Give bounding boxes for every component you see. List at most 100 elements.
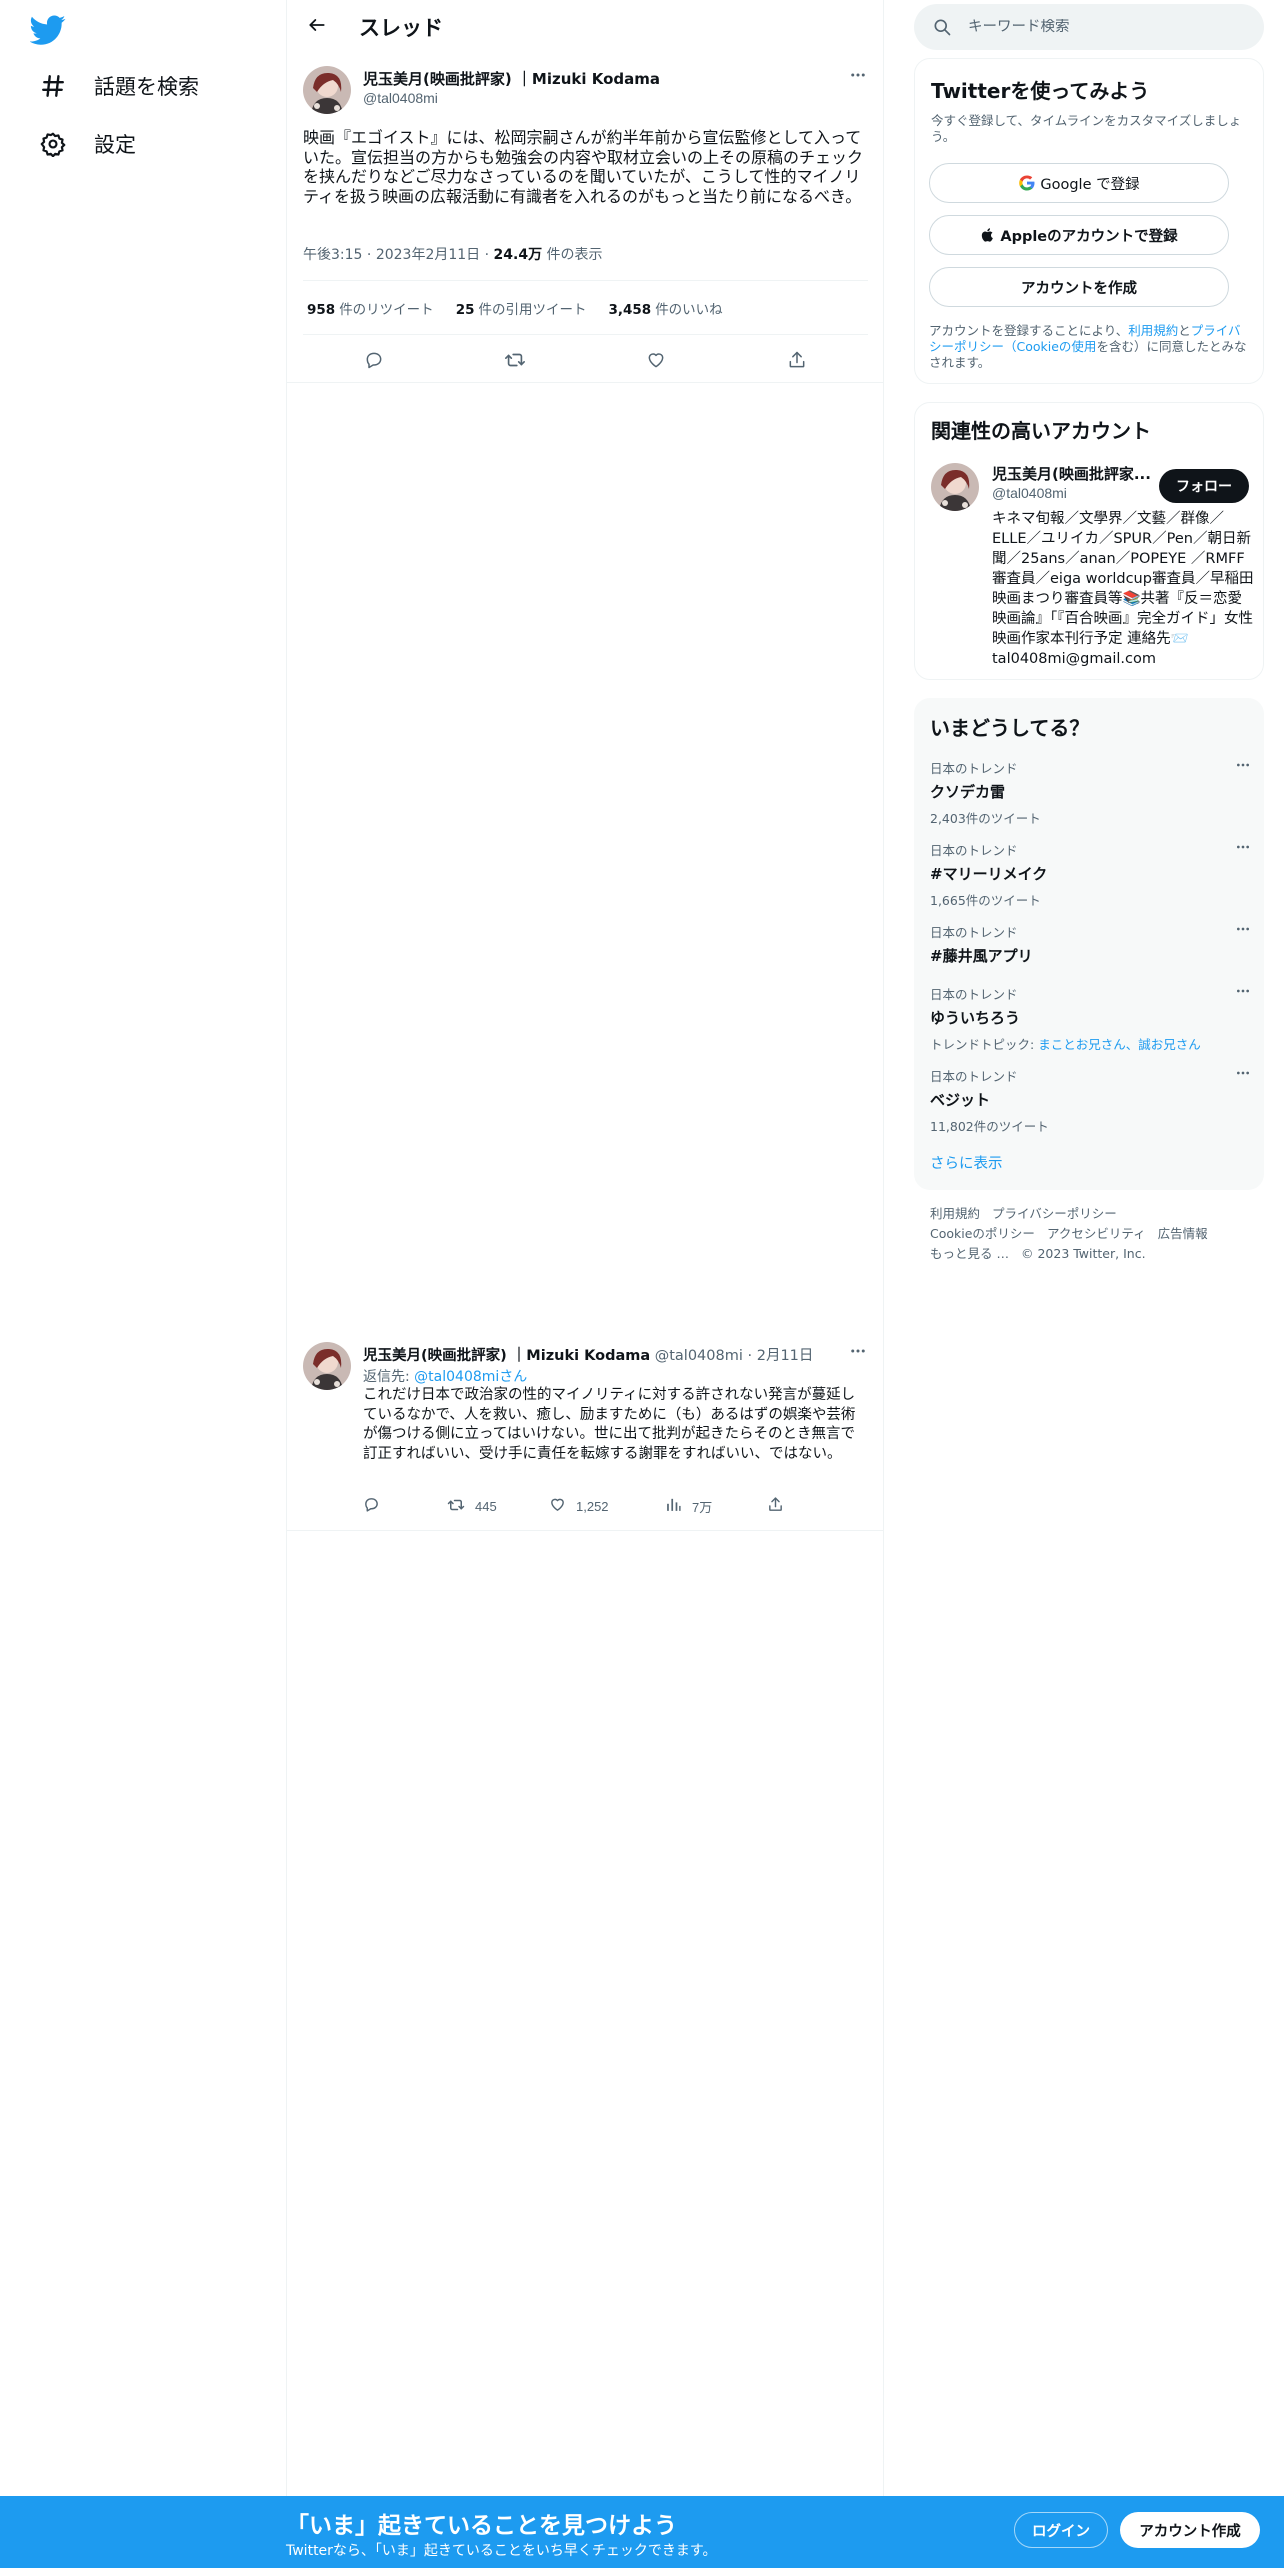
avatar[interactable] — [303, 66, 351, 114]
avatar[interactable] — [303, 1342, 351, 1390]
like-stat[interactable]: 3,458 件のいいね — [608, 298, 722, 318]
avatar[interactable] — [931, 463, 979, 511]
retweet-icon — [504, 349, 526, 376]
thread-header: スレッド — [287, 0, 884, 54]
footer-link[interactable]: プライバシーポリシー — [992, 1206, 1117, 1221]
footer-more-link[interactable]: もっと見る … — [930, 1246, 1009, 1261]
reply-to-link[interactable]: @tal0408miさん — [414, 1369, 527, 1385]
related-account-bio: キネマ旬報／文學界／文藝／群像／ELLE／ユリイカ／SPUR／Pen／朝日新聞／… — [992, 511, 1254, 667]
terms-text: アカウントを登録することにより、利用規約とプライバシーポリシー（Cookieの使… — [929, 323, 1247, 370]
tweet-date[interactable]: 2023年2月11日 — [376, 247, 480, 263]
retweet-icon — [447, 1496, 465, 1517]
trend-name: #マリーリメイク — [930, 865, 1048, 883]
divider — [287, 382, 884, 383]
trend-name: ゆういちろう — [930, 1009, 1021, 1027]
like-count: 1,252 — [576, 1498, 609, 1514]
terms-link[interactable]: 利用規約 — [1128, 323, 1178, 338]
retweet-button[interactable]: 445 — [447, 1494, 497, 1518]
heart-icon — [646, 350, 666, 375]
trend-more-button[interactable] — [1230, 836, 1256, 862]
create-account-button[interactable]: アカウントを作成 — [929, 267, 1229, 307]
trend-name: ベジット — [930, 1091, 991, 1109]
trend-topic-link[interactable]: まことお兄さん、誠お兄さん — [1038, 1037, 1201, 1052]
reply-icon — [364, 350, 384, 375]
trend-item[interactable]: 日本のトレンド #藤井風アプリ — [930, 922, 1249, 966]
reply-icon — [363, 1496, 380, 1516]
reply-tweet[interactable]: 児玉美月(映画批評家) ｜Mizuki Kodama @tal0408mi · … — [287, 1330, 884, 1531]
retweet-stat[interactable]: 958 件のリツイート — [307, 298, 434, 318]
more-options-button[interactable] — [843, 62, 873, 92]
footer-link[interactable]: 利用規約 — [930, 1206, 980, 1221]
copyright: © 2023 Twitter, Inc. — [1020, 1246, 1146, 1261]
trend-more-button[interactable] — [1230, 980, 1256, 1006]
tweet-stats: 958 件のリツイート 25 件の引用ツイート 3,458 件のいいね — [307, 298, 723, 318]
banner-signup-button[interactable]: アカウント作成 — [1120, 2512, 1260, 2548]
trend-item[interactable]: 日本のトレンド #マリーリメイク 1,665件のツイート — [930, 840, 1249, 909]
login-button[interactable]: ログイン — [1014, 2512, 1108, 2548]
related-account-handle[interactable]: @tal0408mi — [992, 485, 1067, 501]
trend-more-button[interactable] — [1230, 1062, 1256, 1088]
more-dots-icon — [1235, 921, 1251, 942]
heart-icon — [549, 1496, 566, 1516]
footer-link[interactable]: Cookieのポリシー — [930, 1226, 1035, 1241]
share-icon — [787, 350, 807, 375]
hashtag-icon — [38, 71, 68, 101]
google-icon — [1018, 174, 1036, 192]
footer-link[interactable]: 広告情報 — [1158, 1226, 1208, 1241]
like-button[interactable]: 1,252 — [549, 1494, 609, 1518]
views-button[interactable]: 7万 — [665, 1494, 712, 1518]
trend-item[interactable]: 日本のトレンド ベジット 11,802件のツイート — [930, 1066, 1249, 1135]
trend-count: 2,403件のツイート — [930, 811, 1041, 826]
trend-name: クソデカ雷 — [930, 783, 1006, 801]
tweet-date[interactable]: 2月11日 — [757, 1348, 814, 1364]
reply-header: 児玉美月(映画批評家) ｜Mizuki Kodama @tal0408mi · … — [363, 1348, 814, 1364]
signup-card: Twitterを使ってみよう 今すぐ登録して、タイムラインをカスタマイズしましょ… — [914, 58, 1264, 384]
author-name[interactable]: 児玉美月(映画批評家) ｜Mizuki Kodama — [363, 68, 660, 89]
more-dots-icon — [1235, 839, 1251, 860]
trends-card: いまどうしてる？ 日本のトレンド クソデカ雷 2,403件のツイート 日本のトレ… — [914, 698, 1264, 1190]
retweet-button[interactable] — [497, 344, 533, 380]
author-name[interactable]: 児玉美月(映画批評家) ｜Mizuki Kodama — [363, 1348, 650, 1364]
trend-more-button[interactable] — [1230, 754, 1256, 780]
create-account-label: アカウントを作成 — [1021, 280, 1137, 297]
sidebar-item-explore[interactable]: 話題を検索 — [26, 58, 211, 114]
tweet-time[interactable]: 午後3:15 — [303, 247, 362, 263]
trend-item[interactable]: 日本のトレンド クソデカ雷 2,403件のツイート — [930, 758, 1249, 827]
trend-item[interactable]: 日本のトレンド ゆういちろう トレンドトピック: まことお兄さん、誠お兄さん — [930, 984, 1249, 1053]
apple-signup-label: Appleのアカウントで登録 — [1000, 228, 1178, 245]
sidebar-item-settings[interactable]: 設定 — [26, 116, 148, 172]
footer-link[interactable]: アクセシビリティ — [1047, 1226, 1146, 1241]
follow-button[interactable]: フォロー — [1159, 469, 1249, 503]
analytics-icon — [665, 1496, 682, 1516]
footer-links: 利用規約 プライバシーポリシー Cookieのポリシー アクセシビリティ 広告情報 も… — [930, 1204, 1248, 1264]
reply-button[interactable] — [356, 344, 392, 380]
google-signup-button[interactable]: Google で登録 — [929, 163, 1229, 203]
author-handle[interactable]: @tal0408mi — [363, 90, 438, 106]
divider — [287, 1530, 884, 1531]
reply-button[interactable] — [363, 1494, 380, 1518]
share-button[interactable] — [779, 344, 815, 380]
more-dots-icon — [849, 1342, 867, 1365]
back-button[interactable] — [299, 9, 335, 45]
search-bar[interactable] — [914, 4, 1264, 50]
main-column: スレッド 児玉美月(映画批評家) ｜Mizuki Kodama @tal0408… — [286, 0, 884, 2568]
search-icon — [932, 17, 952, 37]
search-input[interactable] — [968, 19, 1248, 35]
more-options-button[interactable] — [843, 1338, 873, 1368]
related-title: 関連性の高いアカウント — [931, 419, 1151, 443]
like-button[interactable] — [638, 344, 674, 380]
more-dots-icon — [849, 66, 867, 89]
more-dots-icon — [1235, 1065, 1251, 1086]
page-title: スレッド — [359, 16, 443, 40]
twitter-logo-icon[interactable] — [29, 12, 66, 48]
apple-signup-button[interactable]: Appleのアカウントで登録 — [929, 215, 1229, 255]
sidebar-item-label: 話題を検索 — [94, 75, 199, 99]
quote-stat[interactable]: 25 件の引用ツイート — [456, 298, 587, 318]
share-icon — [767, 1496, 784, 1516]
trend-name: #藤井風アプリ — [930, 947, 1033, 965]
trend-more-button[interactable] — [1230, 918, 1256, 944]
related-account-name[interactable]: 児玉美月(映画批評家... — [992, 463, 1152, 484]
author-handle[interactable]: @tal0408mi — [655, 1348, 743, 1364]
share-button[interactable] — [767, 1494, 784, 1518]
show-more-link[interactable]: さらに表示 — [930, 1152, 1003, 1173]
